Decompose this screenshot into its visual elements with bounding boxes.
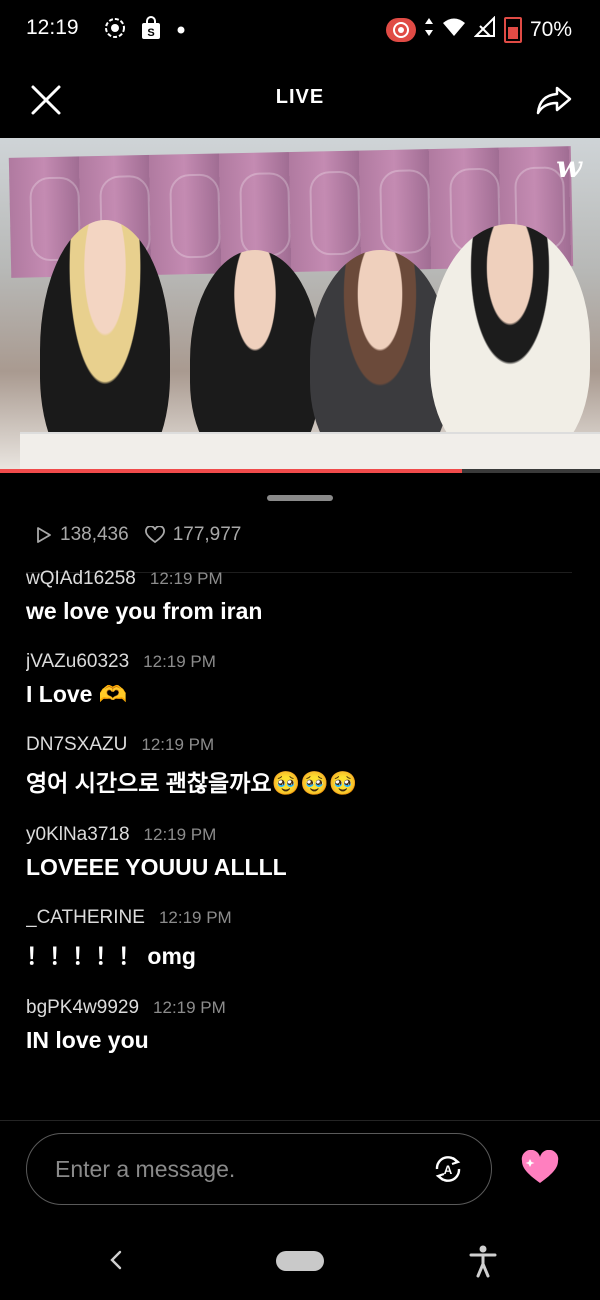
live-stats: 138,436 177,977 — [36, 524, 241, 546]
chat-timestamp: 12:19 PM — [158, 908, 232, 927]
accessibility-button[interactable] — [468, 1244, 498, 1278]
chat-timestamp: 12:19 PM — [141, 735, 215, 754]
record-pill-icon — [385, 18, 416, 42]
chat-username[interactable]: y0KlNa3718 — [26, 824, 130, 846]
live-video[interactable]: w — [0, 138, 600, 472]
chat-username[interactable]: DN7SXAZU — [26, 734, 127, 756]
chat-username[interactable]: _CATHERINE — [26, 907, 145, 929]
like-count: 177,977 — [144, 524, 242, 546]
chat-text: IN love you — [26, 1027, 149, 1053]
nav-home-button[interactable] — [276, 1251, 324, 1271]
shopping-bag-icon: S — [140, 16, 162, 45]
play-icon — [37, 527, 51, 543]
svg-text:A: A — [444, 1163, 453, 1177]
chat-message: bgPK4w9929 12:19 PM IN love you — [26, 997, 586, 1054]
nav-back-button[interactable] — [104, 1244, 128, 1276]
share-icon — [536, 86, 572, 115]
chat-timestamp: 12:19 PM — [143, 652, 216, 671]
drag-handle[interactable] — [267, 495, 333, 501]
message-input[interactable] — [53, 1134, 427, 1205]
view-count-value: 138,436 — [60, 524, 129, 545]
chat-timestamp: 12:19 PM — [149, 569, 223, 588]
chat-message: wQIAd16258 12:19 PM we love you from iran — [26, 568, 586, 625]
chat-text: LOVEEE YOUUU ALLLL — [26, 854, 287, 880]
heart-outline-icon — [144, 526, 165, 544]
view-count: 138,436 — [36, 524, 129, 546]
video-table — [20, 432, 600, 472]
message-composer: A — [26, 1133, 492, 1205]
chat-message: DN7SXAZU 12:19 PM 영어 시간으로 괜찮을까요🥹🥹🥹 — [26, 734, 586, 798]
weverse-logo: w — [556, 150, 582, 185]
chat-message: y0KlNa3718 12:19 PM LOVEEE YOUUU ALLLL — [26, 824, 586, 881]
video-progress-fill — [0, 469, 462, 473]
translate-icon: A — [435, 1156, 461, 1182]
back-chevron-icon — [110, 1250, 122, 1270]
heart-icon — [521, 1149, 559, 1183]
wifi-icon — [442, 17, 466, 43]
chat-text: we love you from iran — [26, 598, 263, 624]
chat-text: I Love 🫶 — [26, 681, 128, 707]
chat-message: _CATHERINE 12:19 PM ！！！！！ omg — [26, 907, 586, 971]
svg-text:S: S — [147, 27, 154, 39]
chat-timestamp: 12:19 PM — [143, 825, 217, 844]
signal-icon — [473, 15, 496, 44]
chat-username[interactable]: wQIAd16258 — [26, 568, 136, 590]
translate-button[interactable]: A — [431, 1152, 465, 1186]
chat-message: jVAZu60323 12:19 PM I Love 🫶 — [26, 651, 586, 708]
share-button[interactable] — [534, 80, 574, 120]
status-right: 70% — [385, 15, 572, 44]
chat-list[interactable]: wQIAd16258 12:19 PM we love you from iran… — [26, 568, 586, 1108]
chat-username[interactable]: bgPK4w9929 — [26, 997, 139, 1019]
status-left-icons: S — [104, 16, 186, 45]
accessibility-icon — [469, 1245, 497, 1278]
composer-divider — [0, 1120, 600, 1121]
video-progress-bar[interactable] — [0, 469, 600, 473]
battery-percent: 70% — [529, 18, 572, 41]
status-time: 12:19 — [26, 16, 79, 39]
chat-timestamp: 12:19 PM — [153, 998, 226, 1017]
dot-icon — [176, 22, 186, 40]
screen-record-icon — [104, 17, 126, 44]
data-arrows-icon — [424, 17, 434, 43]
person-4 — [430, 224, 590, 464]
chat-text: 영어 시간으로 괜찮을까요🥹🥹🥹 — [26, 770, 358, 796]
like-count-value: 177,977 — [172, 524, 242, 545]
battery-icon — [503, 17, 522, 43]
send-heart-button[interactable] — [520, 1149, 560, 1186]
chat-username[interactable]: jVAZu60323 — [26, 651, 129, 673]
chat-text: ！！！！！ omg — [26, 943, 196, 969]
page-title: LIVE — [275, 86, 325, 108]
